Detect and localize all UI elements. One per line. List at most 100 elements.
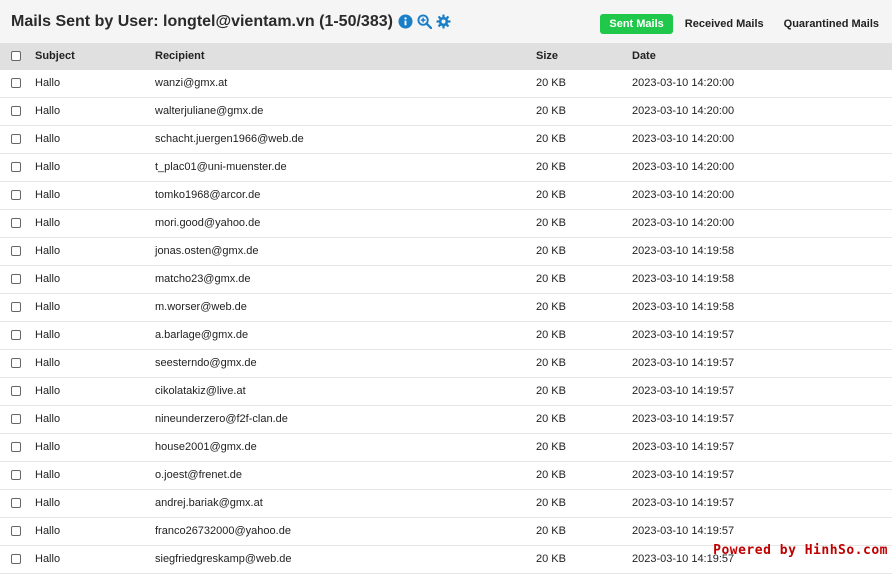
subject-cell: Hallo [35, 217, 61, 229]
size-cell: 20 KB [536, 77, 566, 89]
row-checkbox[interactable] [11, 302, 21, 312]
watermark: Powered by HinhSo.com [713, 543, 888, 558]
size-cell: 20 KB [536, 105, 566, 117]
size-cell: 20 KB [536, 273, 566, 285]
subject-cell: Hallo [35, 133, 61, 145]
table-header: Subject Recipient Size Date [0, 43, 892, 70]
gear-icon[interactable] [436, 14, 451, 29]
recipient-cell: o.joest@frenet.de [155, 469, 242, 481]
row-checkbox[interactable] [11, 106, 21, 116]
table-row[interactable]: Hallo franco26732000@yahoo.de 20 KB 2023-03… [0, 518, 892, 546]
date-cell: 2023-03-10 14:19:57 [632, 441, 735, 453]
recipient-cell: a.barlage@gmx.de [155, 329, 249, 341]
subject-cell: Hallo [35, 189, 61, 201]
row-checkbox[interactable] [11, 498, 21, 508]
subject-cell: Hallo [35, 301, 61, 313]
recipient-cell: house2001@gmx.de [155, 441, 257, 453]
row-checkbox[interactable] [11, 470, 21, 480]
size-cell: 20 KB [536, 329, 566, 341]
row-checkbox[interactable] [11, 442, 21, 452]
tab-sent-mails[interactable]: Sent Mails [600, 14, 673, 34]
table-row[interactable]: Hallo jonas.osten@gmx.de 20 KB 2023-03-10 1… [0, 238, 892, 266]
table-row[interactable]: Hallo mori.good@yahoo.de 20 KB 2023-03-10 1… [0, 210, 892, 238]
row-checkbox[interactable] [11, 134, 21, 144]
subject-cell: Hallo [35, 469, 61, 481]
tab-received-mails[interactable]: Received Mails [685, 14, 764, 34]
table-row[interactable]: Hallo wanzi@gmx.at 20 KB 2023-03-10 14:20:0… [0, 70, 892, 98]
row-checkbox[interactable] [11, 526, 21, 536]
date-cell: 2023-03-10 14:19:57 [632, 413, 735, 425]
size-cell: 20 KB [536, 497, 566, 509]
table-row[interactable]: Hallo schacht.juergen1966@web.de 20 KB 2023… [0, 126, 892, 154]
row-checkbox[interactable] [11, 190, 21, 200]
column-header-date[interactable]: Date [632, 43, 656, 70]
size-cell: 20 KB [536, 161, 566, 173]
row-checkbox[interactable] [11, 162, 21, 172]
recipient-cell: walterjuliane@gmx.de [155, 105, 264, 117]
search-zoom-icon[interactable] [417, 14, 432, 29]
subject-cell: Hallo [35, 553, 61, 565]
recipient-cell: siegfriedgreskamp@web.de [155, 553, 292, 565]
recipient-cell: cikolatakiz@live.at [155, 385, 246, 397]
tab-quarantined-mails[interactable]: Quarantined Mails [784, 14, 879, 34]
table-row[interactable]: Hallo a.barlage@gmx.de 20 KB 2023-03-10 14:… [0, 322, 892, 350]
mail-table-body: Hallo wanzi@gmx.at 20 KB 2023-03-10 14:20:0… [0, 70, 892, 574]
row-checkbox[interactable] [11, 274, 21, 284]
table-row[interactable]: Hallo seesterndo@gmx.de 20 KB 2023-03-10 14… [0, 350, 892, 378]
row-checkbox[interactable] [11, 218, 21, 228]
table-row[interactable]: Hallo o.joest@frenet.de 20 KB 2023-03-10 14… [0, 462, 892, 490]
row-checkbox[interactable] [11, 246, 21, 256]
table-row[interactable]: Hallo matcho23@gmx.de 20 KB 2023-03-10 14:1… [0, 266, 892, 294]
table-row[interactable]: Hallo t_plac01@uni-muenster.de 20 KB 2023-0… [0, 154, 892, 182]
date-cell: 2023-03-10 14:19:57 [632, 357, 735, 369]
info-icon[interactable] [398, 14, 413, 29]
table-row[interactable]: Hallo nineunderzero@f2f-clan.de 20 KB 2023-… [0, 406, 892, 434]
date-cell: 2023-03-10 14:19:58 [632, 245, 735, 257]
row-checkbox[interactable] [11, 358, 21, 368]
date-cell: 2023-03-10 14:19:58 [632, 301, 735, 313]
row-checkbox[interactable] [11, 330, 21, 340]
subject-cell: Hallo [35, 161, 61, 173]
subject-cell: Hallo [35, 441, 61, 453]
table-row[interactable]: Hallo house2001@gmx.de 20 KB 2023-03-10 14:… [0, 434, 892, 462]
size-cell: 20 KB [536, 525, 566, 537]
table-row[interactable]: Hallo tomko1968@arcor.de 20 KB 2023-03-10 1… [0, 182, 892, 210]
date-cell: 2023-03-10 14:20:00 [632, 77, 735, 89]
recipient-cell: m.worser@web.de [155, 301, 247, 313]
subject-cell: Hallo [35, 329, 61, 341]
subject-cell: Hallo [35, 525, 61, 537]
size-cell: 20 KB [536, 217, 566, 229]
date-cell: 2023-03-10 14:20:00 [632, 105, 735, 117]
size-cell: 20 KB [536, 245, 566, 257]
row-checkbox[interactable] [11, 78, 21, 88]
date-cell: 2023-03-10 14:19:57 [632, 497, 735, 509]
row-checkbox[interactable] [11, 414, 21, 424]
column-header-recipient[interactable]: Recipient [155, 43, 205, 70]
date-cell: 2023-03-10 14:20:00 [632, 161, 735, 173]
date-cell: 2023-03-10 14:19:57 [632, 329, 735, 341]
page-header: Mails Sent by User: longtel@vientam.vn (… [0, 0, 892, 43]
date-cell: 2023-03-10 14:20:00 [632, 217, 735, 229]
table-row[interactable]: Hallo andrej.bariak@gmx.at 20 KB 2023-03-10… [0, 490, 892, 518]
table-row[interactable]: Hallo walterjuliane@gmx.de 20 KB 2023-03-10… [0, 98, 892, 126]
subject-cell: Hallo [35, 105, 61, 117]
table-row[interactable]: Hallo m.worser@web.de 20 KB 2023-03-10 14:1… [0, 294, 892, 322]
date-cell: 2023-03-10 14:20:00 [632, 133, 735, 145]
subject-cell: Hallo [35, 245, 61, 257]
size-cell: 20 KB [536, 441, 566, 453]
subject-cell: Hallo [35, 357, 61, 369]
size-cell: 20 KB [536, 133, 566, 145]
size-cell: 20 KB [536, 357, 566, 369]
recipient-cell: jonas.osten@gmx.de [155, 245, 259, 257]
column-header-subject[interactable]: Subject [35, 43, 75, 70]
size-cell: 20 KB [536, 469, 566, 481]
subject-cell: Hallo [35, 413, 61, 425]
column-header-size[interactable]: Size [536, 43, 558, 70]
select-all-checkbox[interactable] [11, 51, 21, 61]
subject-cell: Hallo [35, 385, 61, 397]
recipient-cell: wanzi@gmx.at [155, 77, 228, 89]
table-row[interactable]: Hallo cikolatakiz@live.at 20 KB 2023-03-10 … [0, 378, 892, 406]
date-cell: 2023-03-10 14:19:57 [632, 385, 735, 397]
row-checkbox[interactable] [11, 386, 21, 396]
row-checkbox[interactable] [11, 554, 21, 564]
